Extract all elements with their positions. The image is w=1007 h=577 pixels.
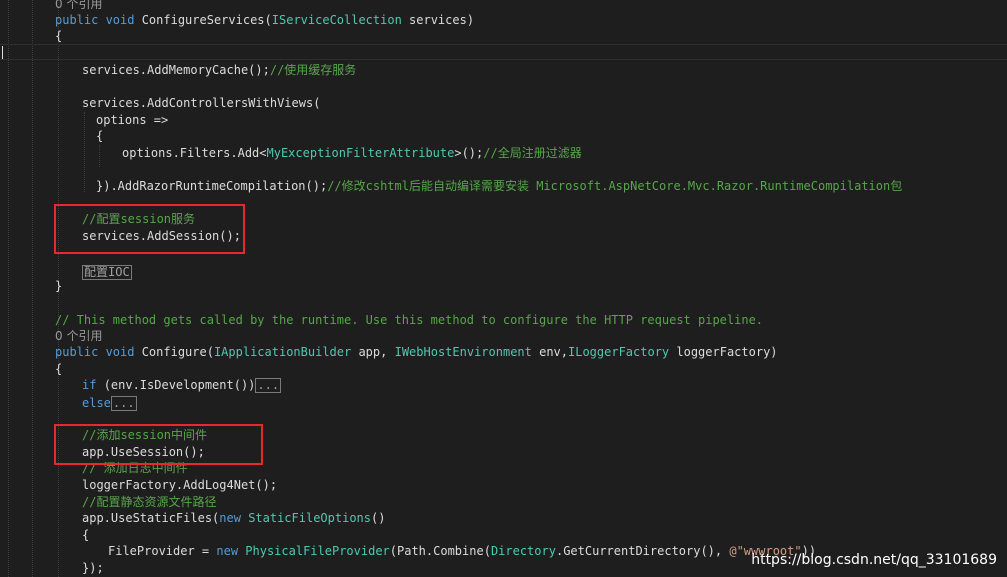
comment: //使用缓存服务 xyxy=(269,63,357,77)
code-token: () xyxy=(371,511,386,525)
collapsed-region-label[interactable]: 配置IOC xyxy=(82,265,132,280)
method-name: Configure( xyxy=(141,345,214,359)
code-token: (Path.Combine( xyxy=(389,544,491,558)
code-line[interactable]: services.AddMemoryCache();//使用缓存服务 xyxy=(82,62,356,78)
code-token: (env.IsDevelopment()) xyxy=(103,378,256,392)
collapsed-block[interactable]: ... xyxy=(110,396,137,411)
highlight-box-session-service xyxy=(54,204,245,254)
type-name: PhysicalFileProvider xyxy=(245,544,390,558)
code-line[interactable]: { xyxy=(96,128,103,144)
code-line[interactable]: { xyxy=(82,527,89,543)
highlight-box-session-middleware xyxy=(54,424,263,465)
code-line[interactable]: app.UseStaticFiles(new StaticFileOptions… xyxy=(82,510,385,526)
text-caret xyxy=(2,46,3,59)
indent-guide xyxy=(8,0,9,577)
keyword: new xyxy=(216,544,246,558)
code-line[interactable]: public void Configure(IApplicationBuilde… xyxy=(55,344,778,360)
code-token: .GetCurrentDirectory(), xyxy=(555,544,730,558)
code-token: services) xyxy=(401,13,475,27)
keyword: public void xyxy=(55,345,142,359)
type-name: IWebHostEnvironment xyxy=(394,345,532,359)
codelens-references[interactable]: 0 个引用 xyxy=(55,328,102,344)
code-line[interactable]: { xyxy=(55,28,62,44)
code-token: app.UseStaticFiles( xyxy=(82,511,220,525)
code-token: options.Filters.Add< xyxy=(122,146,267,160)
comment-line[interactable]: // This method gets called by the runtim… xyxy=(55,312,763,328)
collapsed-region[interactable]: 配置IOC xyxy=(82,264,132,280)
keyword: new xyxy=(219,511,249,525)
indent-guide xyxy=(84,112,85,192)
code-line[interactable]: { xyxy=(55,361,62,377)
keyword: if xyxy=(82,378,104,392)
code-token: env, xyxy=(531,345,568,359)
code-editor[interactable]: 0 个引用 public void ConfigureServices(ISer… xyxy=(0,0,1007,577)
code-line[interactable]: FileProvider = new PhysicalFileProvider(… xyxy=(108,543,816,559)
type-name: StaticFileOptions xyxy=(248,511,372,525)
codelens-references[interactable]: 0 个引用 xyxy=(55,0,102,12)
code-line[interactable]: }).AddRazorRuntimeCompilation();//修改csht… xyxy=(96,178,902,194)
collapsed-block[interactable]: ... xyxy=(255,378,282,393)
code-line[interactable]: options => xyxy=(96,112,168,128)
current-line-highlight xyxy=(0,44,1007,60)
comment: //修改cshtml后能自动编译需要安装 Microsoft.AspNetCor… xyxy=(327,179,903,193)
type-name: Directory xyxy=(490,544,556,558)
code-token: ( xyxy=(264,13,272,27)
code-token: FileProvider = xyxy=(108,544,217,558)
method-name: ConfigureServices xyxy=(141,13,265,27)
indent-guide xyxy=(32,0,33,577)
code-token: }).AddRazorRuntimeCompilation(); xyxy=(96,179,328,193)
code-token: app, xyxy=(351,345,395,359)
code-line[interactable]: services.AddControllersWithViews( xyxy=(82,95,320,111)
type-name: MyExceptionFilterAttribute xyxy=(266,146,455,160)
code-line[interactable]: loggerFactory.AddLog4Net(); xyxy=(82,477,277,493)
code-line[interactable]: public void ConfigureServices(IServiceCo… xyxy=(55,12,474,28)
indent-guide xyxy=(99,145,100,167)
code-token: >(); xyxy=(454,146,484,160)
code-line[interactable]: }); xyxy=(82,560,104,576)
code-line[interactable]: } xyxy=(55,278,62,294)
code-token: loggerFactory) xyxy=(669,345,778,359)
comment: //全局注册过滤器 xyxy=(483,146,582,160)
watermark-url: https://blog.csdn.net/qq_33101689 xyxy=(751,552,997,568)
code-line[interactable]: else... xyxy=(82,395,137,411)
type-name: IServiceCollection xyxy=(271,13,402,27)
type-name: ILoggerFactory xyxy=(568,345,670,359)
type-name: IApplicationBuilder xyxy=(213,345,352,359)
code-token: services.AddMemoryCache(); xyxy=(82,63,270,77)
comment-line[interactable]: //配置静态资源文件路径 xyxy=(82,494,216,510)
keyword: else xyxy=(82,396,111,410)
code-line[interactable]: options.Filters.Add<MyExceptionFilterAtt… xyxy=(122,145,582,161)
code-line[interactable]: if (env.IsDevelopment())... xyxy=(82,377,282,393)
keyword: public void xyxy=(55,13,142,27)
